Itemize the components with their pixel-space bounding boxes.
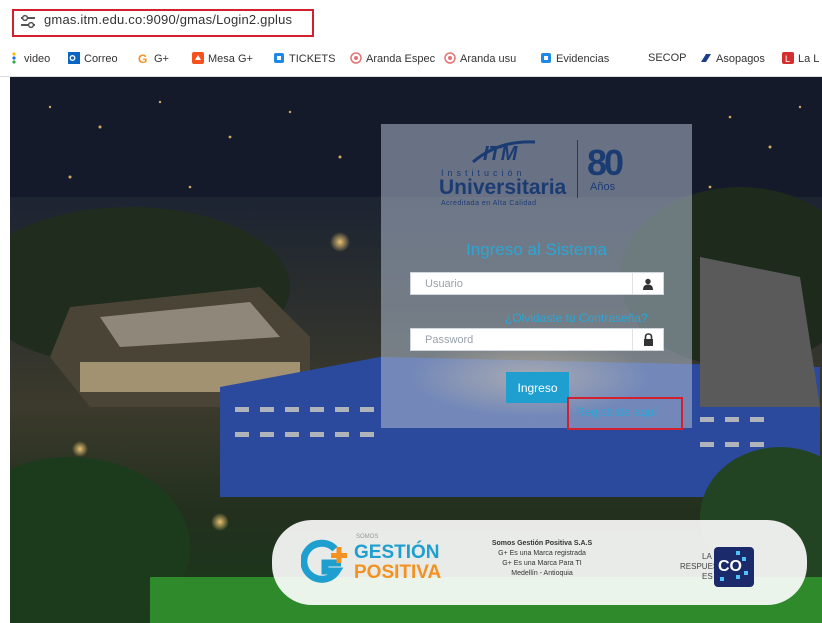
password-field[interactable]: [410, 328, 664, 351]
password-input[interactable]: [411, 332, 632, 347]
bookmark-asopagos[interactable]: Asopagos: [700, 52, 765, 65]
company-line-1: G+ Es una Marca registrada: [498, 550, 586, 557]
bookmark-aranda-usu[interactable]: Aranda usu: [444, 52, 516, 65]
url-text[interactable]: gmas.itm.edu.co:9090/gmas/Login2.gplus: [44, 12, 292, 27]
logo-acreditada: Acreditada en Alta Calidad: [441, 200, 537, 207]
company-line-3: Medellín - Antioquia: [511, 570, 573, 577]
lock-icon: [632, 329, 663, 350]
lal-icon: L: [782, 52, 794, 64]
address-bar: gmas.itm.edu.co:9090/gmas/Login2.gplus: [0, 0, 822, 42]
outlook-icon: [68, 52, 80, 64]
bookmark-label: SECOP: [648, 52, 687, 64]
dots-icon: [12, 52, 16, 64]
bookmark-aranda-espec[interactable]: Aranda Espec: [350, 52, 435, 65]
username-field[interactable]: [410, 272, 664, 295]
user-icon: [632, 273, 663, 294]
mesa-icon: [192, 52, 204, 64]
bookmark-video[interactable]: video: [8, 52, 50, 65]
company-info: Somos Gestión Positiva S.A.S G+ Es una M…: [477, 539, 607, 579]
respuesta-la: LA: [702, 552, 712, 561]
login-submit-button[interactable]: Ingreso: [506, 372, 569, 403]
gp-gestion: GESTIÓN: [354, 542, 440, 563]
aranda-icon: [444, 52, 456, 64]
evidence-icon: [541, 53, 551, 63]
bookmark-label: Asopagos: [716, 53, 765, 65]
bookmark-label: G+: [154, 53, 169, 65]
campus-background: ITM Institución Universitaria Acreditada…: [10, 77, 822, 623]
co-text: CO: [718, 558, 742, 575]
bookmark-label: TICKETS: [289, 53, 336, 65]
bookmarks-bar: video Correo G G+ Mesa G+ TICKETS Aranda…: [0, 42, 822, 77]
gestion-positiva-logo-icon: [301, 539, 347, 583]
bookmark-label: Aranda Espec: [366, 53, 436, 65]
bookmark-gplus[interactable]: G G+: [138, 52, 169, 65]
gp-positiva: POSITIVA: [354, 562, 442, 583]
gp-somos: SOMOS: [356, 534, 379, 540]
username-input[interactable]: [411, 276, 632, 291]
logo-brand: ITM: [483, 143, 519, 165]
bookmark-label: La L: [798, 53, 820, 65]
bookmark-mesa-gplus[interactable]: Mesa G+: [192, 52, 253, 65]
svg-text:G: G: [138, 52, 147, 64]
anniversary-number: 80: [587, 142, 624, 183]
itm-logo-icon: ITM: [472, 140, 536, 165]
company-name: Somos Gestión Positiva S.A.S: [491, 540, 593, 547]
svg-text:L: L: [785, 54, 790, 64]
asopagos-icon: [701, 54, 711, 62]
anniversary-word: Años: [590, 181, 616, 193]
aranda-icon: [350, 52, 362, 64]
bookmark-label: Correo: [84, 53, 118, 65]
bookmark-label: Evidencias: [556, 53, 610, 65]
site-info-icon[interactable]: [20, 14, 36, 30]
company-line-2: G+ Es una Marca Para TI: [502, 560, 582, 567]
ticket-icon: [274, 53, 284, 63]
bookmark-la-l[interactable]: L La L: [782, 52, 819, 65]
bookmark-label: Mesa G+: [208, 53, 253, 65]
bookmark-correo[interactable]: Correo: [68, 52, 118, 65]
forgot-password-link[interactable]: ¿Olvidaste tu Contraseña?: [505, 311, 648, 325]
login-title: Ingreso al Sistema: [466, 240, 607, 259]
login-card: ITM Institución Universitaria Acreditada…: [381, 124, 692, 428]
register-link[interactable]: Registrate aquí: [576, 405, 657, 419]
gplus-icon: G: [138, 52, 147, 64]
bookmark-tickets[interactable]: TICKETS: [273, 52, 335, 65]
bookmark-label: video: [24, 53, 51, 65]
logo-divider: [577, 140, 578, 198]
bookmark-label: Aranda usu: [460, 53, 517, 65]
logo-universitaria: Universitaria: [439, 176, 567, 199]
bookmark-evidencias[interactable]: Evidencias: [540, 52, 609, 65]
respuesta-es: ES: [702, 572, 713, 581]
bookmark-secop[interactable]: SECOP: [648, 52, 687, 64]
co-logo-icon: CO: [714, 547, 754, 587]
footer-brand-panel: SOMOS GESTIÓN POSITIVA Somos Gestión Pos…: [272, 520, 807, 605]
